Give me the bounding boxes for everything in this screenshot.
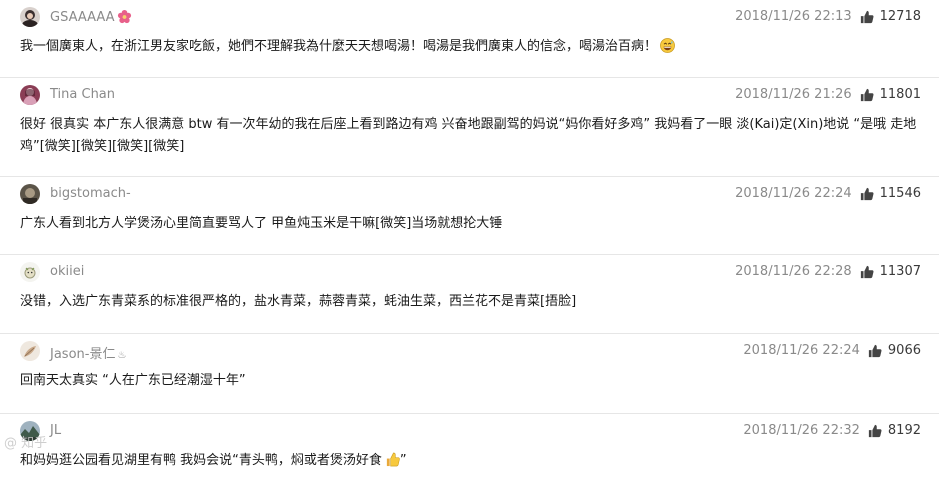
comment-item: GSAAAAA 2018/11/26 22:13 12718 我一個廣東人，在浙…: [0, 6, 939, 78]
comment-time: 2018/11/26 22:32: [743, 423, 860, 438]
hot-spring-icon: ♨: [117, 350, 127, 361]
username[interactable]: Jason-景仁 ♨: [50, 343, 126, 362]
grinning-sweat-emoji: [660, 38, 675, 53]
comment-text: 我一個廣東人，在浙江男友家吃飯，她們不理解我為什麼天天想喝湯！喝湯是我們廣東人的…: [20, 30, 921, 67]
like-count: 9066: [887, 343, 921, 358]
comment-list: GSAAAAA 2018/11/26 22:13 12718 我一個廣東人，在浙…: [0, 0, 939, 493]
comment-item: okiiei 2018/11/26 22:28 11307 没错，入选广东青菜系…: [0, 261, 939, 334]
comment-item: Jason-景仁 ♨ 2018/11/26 22:24 9066 回南天太真实 “…: [0, 340, 939, 414]
avatar[interactable]: [20, 262, 40, 282]
avatar[interactable]: [20, 184, 40, 204]
thumbs-up-icon[interactable]: [868, 424, 882, 438]
thumbs-up-icon[interactable]: [860, 88, 874, 102]
comment-time: 2018/11/26 22:24: [735, 186, 852, 201]
like-count: 8192: [887, 423, 921, 438]
thumbs-up-emoji: [385, 452, 400, 467]
avatar[interactable]: [20, 7, 40, 27]
username[interactable]: GSAAAAA: [50, 9, 132, 25]
username[interactable]: Tina Chan: [50, 87, 115, 102]
comment-time: 2018/11/26 22:13: [735, 9, 852, 24]
flower-icon: [117, 9, 132, 24]
comment-text: 和妈妈逛公园看见湖里有鸭 我妈会说“青头鸭，焖或者煲汤好食”: [20, 452, 407, 468]
thumbs-up-icon[interactable]: [868, 344, 882, 358]
comment-text: 回南天太真实 “人在广东已经潮湿十年”: [20, 373, 246, 388]
comment-text: 广东人看到北方人学煲汤心里简直要骂人了 甲鱼炖玉米是干嘛[微笑]当场就想抡大锤: [20, 216, 503, 231]
like-count: 12718: [879, 9, 921, 24]
like-count: 11801: [879, 87, 921, 102]
comment-time: 2018/11/26 21:26: [735, 87, 852, 102]
comment-item: Tina Chan 2018/11/26 21:26 11801 很好 很真实 …: [0, 84, 939, 177]
username[interactable]: bigstomach-: [50, 186, 131, 201]
avatar[interactable]: [20, 341, 40, 361]
thumbs-up-icon[interactable]: [860, 187, 874, 201]
thumbs-up-icon[interactable]: [860, 10, 874, 24]
avatar[interactable]: [20, 85, 40, 105]
like-count: 11307: [879, 264, 921, 279]
comment-time: 2018/11/26 22:28: [735, 264, 852, 279]
comment-item: bigstomach- 2018/11/26 22:24 11546 广东人看到…: [0, 183, 939, 255]
username[interactable]: JL: [50, 423, 61, 438]
comment-time: 2018/11/26 22:24: [743, 343, 860, 358]
comment-text: 没错，入选广东青菜系的标准很严格的，盐水青菜，蒜蓉青菜，蚝油生菜，西兰花不是青菜…: [20, 294, 577, 309]
watermark: @ 知乎: [4, 436, 48, 451]
like-count: 11546: [879, 186, 921, 201]
comment-text: 很好 很真实 本广东人很满意 btw 有一次年幼的我在后座上看到路边有鸡 兴奋地…: [20, 117, 917, 154]
thumbs-up-icon[interactable]: [860, 265, 874, 279]
username[interactable]: okiiei: [50, 264, 84, 279]
